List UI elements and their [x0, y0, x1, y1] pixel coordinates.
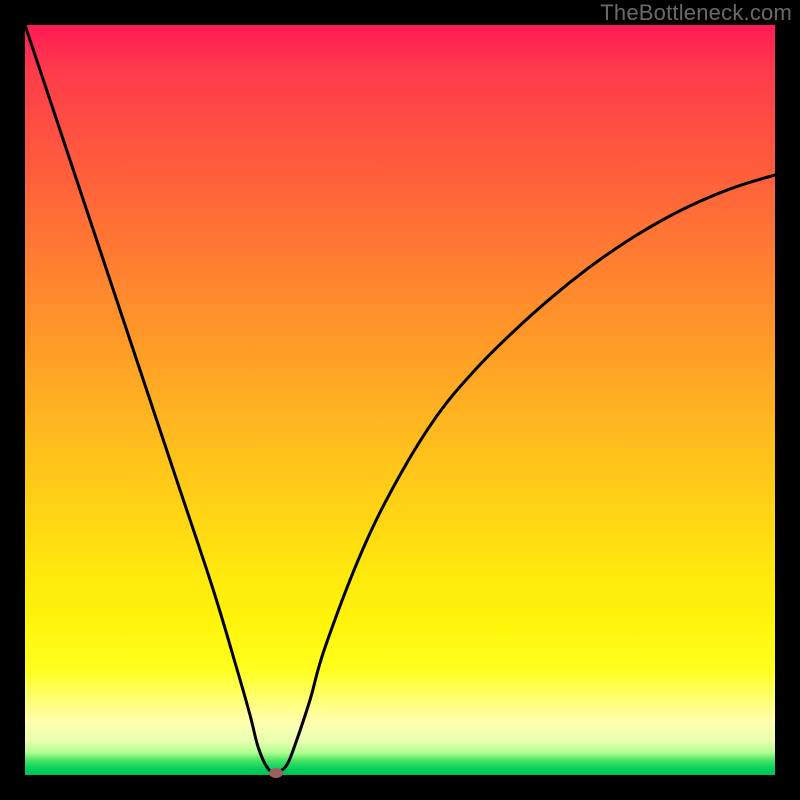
chart-container: TheBottleneck.com	[0, 0, 800, 800]
watermark-text: TheBottleneck.com	[600, 0, 792, 26]
minimum-marker	[269, 768, 283, 778]
bottleneck-curve	[25, 25, 775, 773]
plot-area	[25, 25, 775, 775]
curve-svg	[25, 25, 775, 775]
